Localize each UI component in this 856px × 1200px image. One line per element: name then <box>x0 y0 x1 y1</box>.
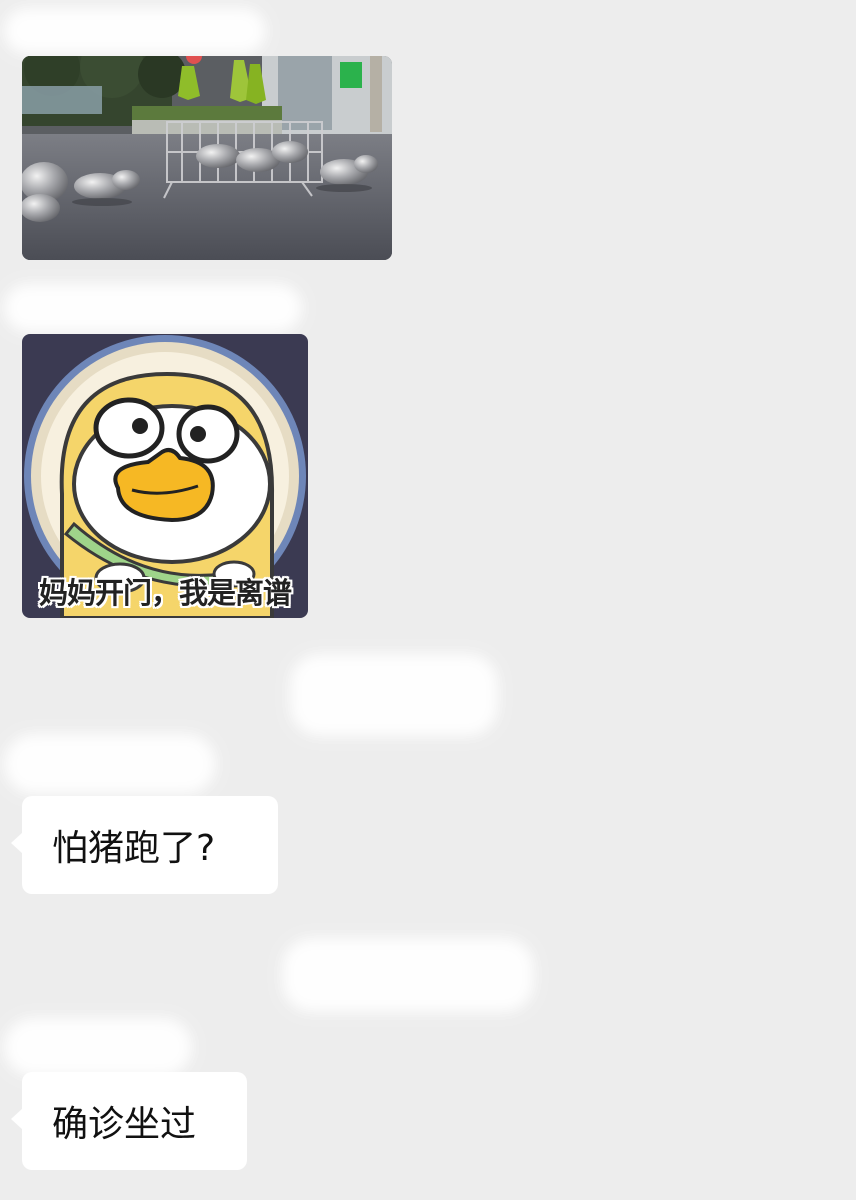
redaction-blob <box>4 1018 192 1076</box>
redaction-blob <box>290 654 498 736</box>
text-message-1[interactable]: 怕猪跑了? <box>11 796 278 894</box>
redaction-blob <box>4 734 216 794</box>
message-text: 确诊坐过 <box>52 1104 197 1145</box>
photo-message[interactable] <box>22 56 392 260</box>
redaction-blob <box>282 938 534 1012</box>
photo-plaza-pig-sculptures-icon <box>22 56 392 260</box>
sticker-caption: 妈妈开门，我是离谱 <box>38 576 292 610</box>
text-message-2[interactable]: 确诊坐过 <box>11 1072 247 1170</box>
message-text: 怕猪跑了? <box>52 828 216 869</box>
redaction-blob <box>4 284 302 332</box>
redaction-blob <box>4 8 266 54</box>
sticker-message[interactable]: 妈妈开门，我是离谱 <box>22 334 308 618</box>
